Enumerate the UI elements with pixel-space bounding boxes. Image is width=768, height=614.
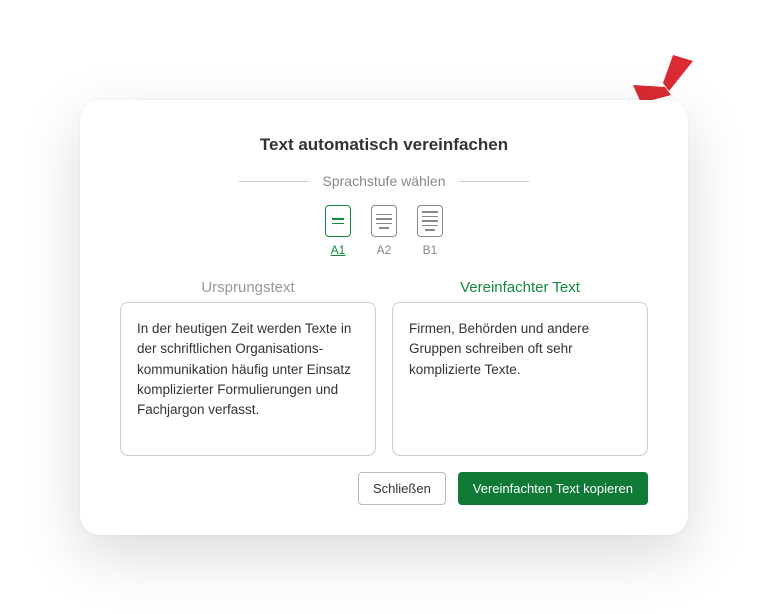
level-label: B1 bbox=[423, 243, 438, 257]
level-selector: A1 A2 B1 bbox=[120, 205, 648, 257]
level-a2[interactable]: A2 bbox=[371, 205, 397, 257]
simplified-text-panel: Firmen, Behörden und andere Gruppen schr… bbox=[392, 302, 648, 456]
simplified-header: Vereinfachter Text bbox=[392, 279, 648, 296]
level-b1[interactable]: B1 bbox=[417, 205, 443, 257]
source-text: In der heutigen Zeit werden Texte in der… bbox=[137, 321, 351, 417]
text-columns: In der heutigen Zeit werden Texte in der… bbox=[120, 302, 648, 456]
document-icon bbox=[417, 205, 443, 237]
dialog-actions: Schließen Vereinfachten Text kopieren bbox=[120, 472, 648, 505]
close-button[interactable]: Schließen bbox=[358, 472, 446, 505]
dialog-title: Text automatisch vereinfachen bbox=[120, 135, 648, 155]
copy-simplified-button[interactable]: Vereinfachten Text kopieren bbox=[458, 472, 648, 505]
level-a1[interactable]: A1 bbox=[325, 205, 351, 257]
divider-line bbox=[459, 181, 529, 182]
subtitle-text: Sprachstufe wählen bbox=[323, 173, 446, 189]
document-icon bbox=[325, 205, 351, 237]
level-label: A1 bbox=[331, 243, 346, 257]
document-icon bbox=[371, 205, 397, 237]
simplified-text: Firmen, Behörden und andere Gruppen schr… bbox=[409, 321, 589, 377]
subtitle-row: Sprachstufe wählen bbox=[120, 173, 648, 189]
source-text-panel: In der heutigen Zeit werden Texte in der… bbox=[120, 302, 376, 456]
simplify-dialog: Text automatisch vereinfachen Sprachstuf… bbox=[80, 100, 688, 535]
level-label: A2 bbox=[377, 243, 392, 257]
source-header: Ursprungstext bbox=[120, 279, 376, 296]
columns-header: Ursprungstext Vereinfachter Text bbox=[120, 279, 648, 296]
divider-line bbox=[239, 181, 309, 182]
